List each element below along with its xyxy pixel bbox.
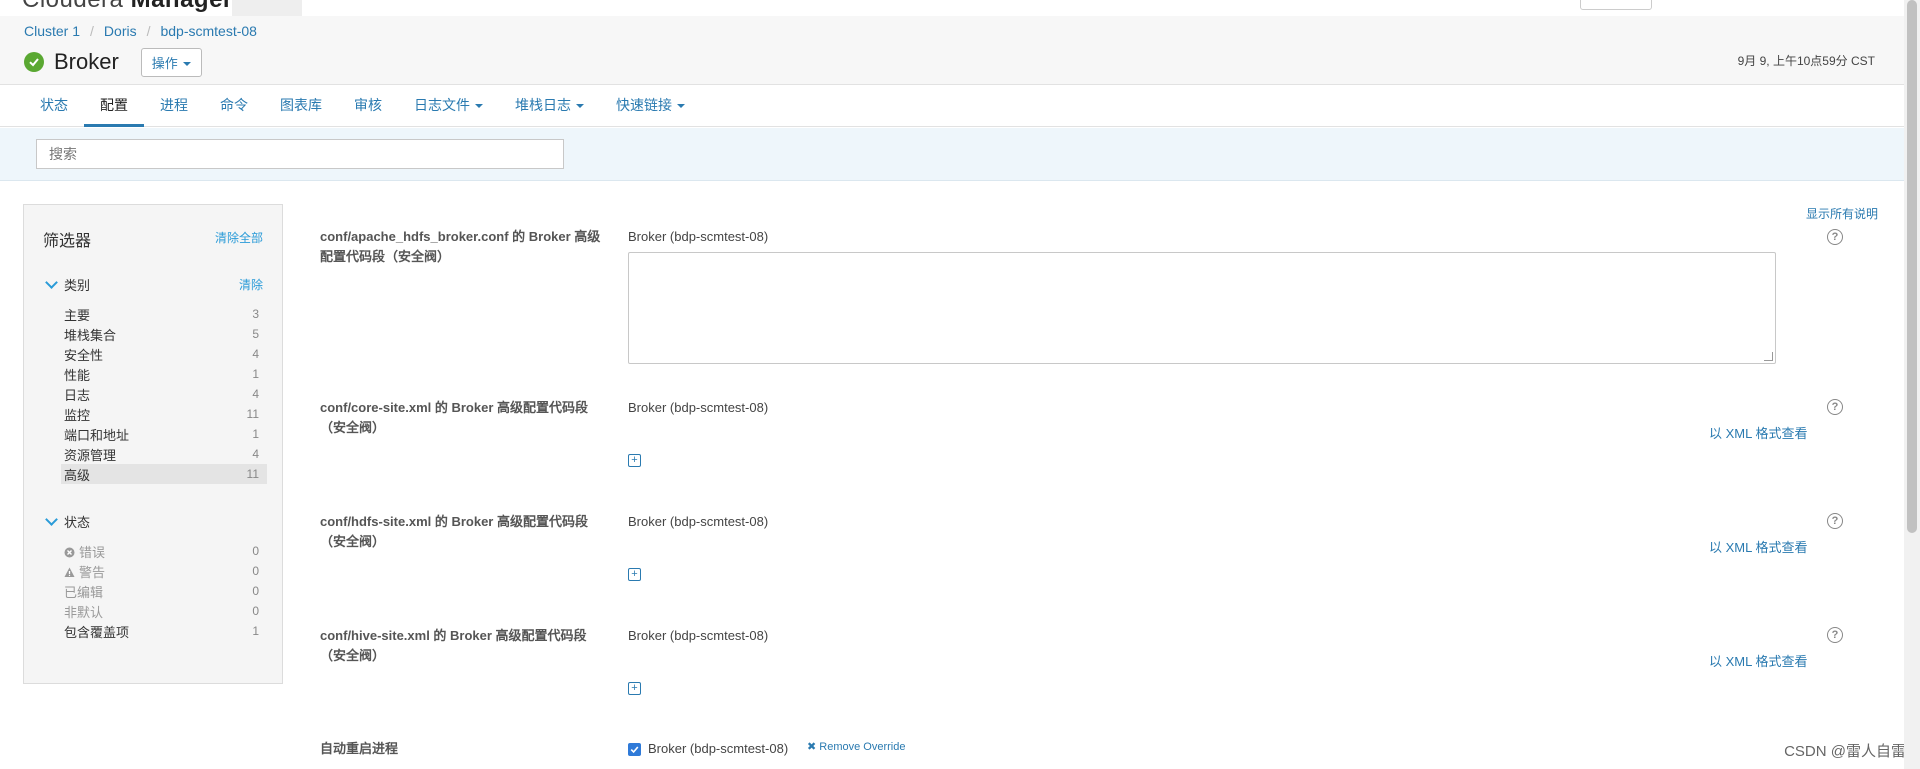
scrollbar-thumb[interactable] [1907,0,1917,533]
filter-item-warning[interactable]: 警告 0 [61,561,267,581]
tab-commands[interactable]: 命令 [204,85,264,126]
property-label: conf/hive-site.xml 的 Broker 高级配置代码段（安全阀） [320,628,587,663]
filter-item-monitoring[interactable]: 监控 11 [61,404,267,424]
add-plus-icon[interactable]: + [628,682,641,695]
add-plus-icon[interactable]: + [628,568,641,581]
tab-stack-logs[interactable]: 堆栈日志 [499,85,600,126]
property-scope: Broker (bdp-scmtest-08) [628,628,769,643]
help-icon[interactable]: ? [1827,399,1843,415]
tab-bar: 状态 配置 进程 命令 图表库 审核 日志文件 堆栈日志 快速链接 [0,85,1904,127]
filter-panel: 筛选器 清除全部 类别 清除 主要 3 堆栈集合 5 安全性 4 性能 1 日志 4 监控… [23,204,283,684]
remove-override-link[interactable]: ✖ Remove Override [807,740,905,753]
show-all-descriptions-link[interactable]: 显示所有说明 [1806,205,1878,222]
page-title: Broker [54,49,119,74]
status-section-toggle[interactable]: 状态 [43,512,90,531]
timestamp: 9月 9, 上午10点59分 CST [1737,54,1875,68]
property-textarea[interactable] [628,252,1776,364]
status-list: 错误 0 警告 0 已编辑 0 非默认 0 包含覆盖项 1 [61,541,267,641]
property-scope: Broker (bdp-scmtest-08) [628,400,769,415]
clear-all-link[interactable]: 清除全部 [215,229,263,246]
property-label: 自动重启进程 [320,741,399,756]
filter-item-stack[interactable]: 堆栈集合 5 [61,324,267,344]
tab-audits[interactable]: 审核 [338,85,398,126]
watermark: CSDN @雷人自雷 [1784,743,1906,760]
category-section-toggle[interactable]: 类别 [43,275,90,294]
auto-restart-checkbox[interactable] [628,743,641,756]
property-label: conf/apache_hdfs_broker.conf 的 Broker 高级… [320,229,601,264]
help-icon[interactable]: ? [1827,627,1843,643]
search-bar [0,128,1904,181]
category-list: 主要 3 堆栈集合 5 安全性 4 性能 1 日志 4 监控 11 端口和地址 1 资源管理 4… [61,304,267,484]
caret-down-icon [677,104,685,109]
tab-configuration[interactable]: 配置 [84,85,144,127]
view-as-xml-link[interactable]: 以 XML 格式查看 [1709,651,1807,670]
breadcrumb-host[interactable]: bdp-scmtest-08 [160,23,256,39]
view-as-xml-link[interactable]: 以 XML 格式查看 [1709,537,1807,556]
chevron-down-icon [45,513,58,526]
caret-down-icon [182,62,191,67]
filter-item-security[interactable]: 安全性 4 [61,344,267,364]
property-scope: Broker (bdp-scmtest-08) [628,514,769,529]
top-nav-tab[interactable] [232,0,302,16]
filter-item-has-overrides[interactable]: 包含覆盖项 1 [61,621,267,641]
tab-quick-links[interactable]: 快速链接 [600,85,701,126]
caret-down-icon [576,104,584,109]
resize-handle-icon[interactable] [1764,352,1773,361]
tab-status[interactable]: 状态 [24,85,84,126]
page-header: Cluster 1/Doris / bdp-scmtest-08 Broker 操作… [0,16,1904,85]
breadcrumb-cluster[interactable]: Cluster 1 [24,23,80,39]
search-input[interactable] [36,139,564,169]
property-scope: Broker (bdp-scmtest-08) [628,229,769,244]
property-label: conf/core-site.xml 的 Broker 高级配置代码段（安全阀） [320,400,588,435]
filter-item-non-default[interactable]: 非默认 0 [61,601,267,621]
view-as-xml-link[interactable]: 以 XML 格式查看 [1709,423,1807,442]
top-nav-control[interactable] [1580,0,1652,10]
caret-down-icon [475,104,483,109]
tab-processes[interactable]: 进程 [144,85,204,126]
help-icon[interactable]: ? [1827,513,1843,529]
property-scope: Broker (bdp-scmtest-08) [648,741,789,756]
filter-item-edited[interactable]: 已编辑 0 [61,581,267,601]
chevron-down-icon [45,276,58,289]
filter-title: 筛选器 [43,233,92,250]
warning-icon [64,567,75,578]
actions-dropdown-button[interactable]: 操作 [140,47,202,77]
top-navbar: Cloudera Manager [0,0,1904,17]
error-icon [64,547,75,558]
brand-logo[interactable]: Cloudera Manager [22,0,233,14]
add-plus-icon[interactable]: + [628,454,641,467]
filter-item-logs[interactable]: 日志 4 [61,384,267,404]
category-clear-link[interactable]: 清除 [239,276,263,293]
filter-item-advanced[interactable]: 高级 11 [61,464,267,484]
vertical-scrollbar[interactable] [1904,0,1920,769]
breadcrumb-service[interactable]: Doris [104,23,137,39]
tab-charts[interactable]: 图表库 [264,85,338,126]
close-icon: ✖ [807,741,817,753]
breadcrumb: Cluster 1/Doris / bdp-scmtest-08 [24,23,257,39]
filter-item-main[interactable]: 主要 3 [61,304,267,324]
filter-item-performance[interactable]: 性能 1 [61,364,267,384]
health-ok-icon [24,52,44,72]
filter-item-ports[interactable]: 端口和地址 1 [61,424,267,444]
filter-item-error[interactable]: 错误 0 [61,541,267,561]
help-icon[interactable]: ? [1827,229,1843,245]
property-label: conf/hdfs-site.xml 的 Broker 高级配置代码段（安全阀） [320,514,588,549]
filter-item-resource-mgmt[interactable]: 资源管理 4 [61,444,267,464]
tab-log-files[interactable]: 日志文件 [398,85,499,126]
